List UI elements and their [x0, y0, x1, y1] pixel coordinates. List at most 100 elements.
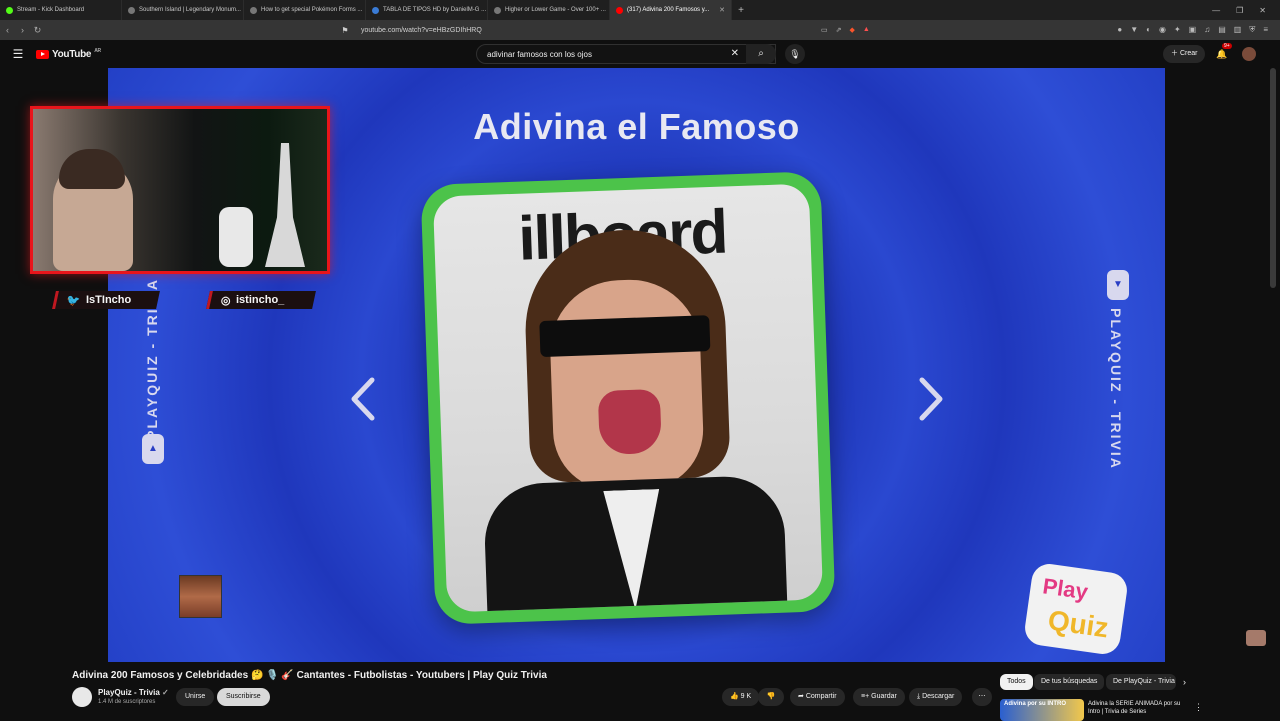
browser-tab[interactable]: Stream - Kick Dashboard [0, 0, 122, 20]
streamer-hair [59, 149, 125, 189]
verified-icon: ✓ [162, 688, 169, 697]
brave-shield-icon[interactable]: ◆ [850, 26, 855, 34]
share-label: Compartir [805, 693, 837, 700]
youtube-logo[interactable]: YouTube AR [36, 48, 101, 60]
save-label: Guardar [871, 693, 897, 700]
extensions-toolbar: ● ▼ ◐ ◉ ✦ ▣ ♫ ▤ ▥ ⛨ ≡ [1117, 25, 1280, 35]
search-icon: ⌕ [758, 48, 764, 59]
tab-title: Stream - Kick Dashboard [17, 7, 85, 13]
dislike-button[interactable]: 👎 [758, 688, 784, 706]
address-bar: ‹ › ↻ ⚑ youtube.com/watch?v=eHBzGDIhHRQ … [0, 20, 1280, 40]
browser-tab[interactable]: Southern Island | Legendary Monum... [122, 0, 244, 20]
url-field[interactable]: youtube.com/watch?v=eHBzGDIhHRQ [361, 27, 811, 34]
video-title: Adivina 200 Famosos y Celebridades 🤔 🎙️ … [72, 670, 547, 681]
maximize-icon[interactable]: ❐ [1236, 6, 1243, 15]
celebrity-photo: illboard LA M INA [432, 183, 824, 613]
browser-tab-active[interactable]: (317) Adivina 200 Famosos y... ✕ [610, 0, 732, 20]
music-icon[interactable]: ♫ [1204, 25, 1210, 35]
site-favicon-icon [250, 6, 257, 14]
site-favicon-icon [372, 6, 379, 14]
tab-title: TABLA DE TIPOS HD by DanielM-G ... [383, 7, 487, 13]
more-actions-icon[interactable]: ⋯ [972, 688, 992, 706]
video-info-section: Adivina 200 Famosos y Celebridades 🤔 🎙️ … [0, 662, 1280, 721]
browser-tab[interactable]: TABLA DE TIPOS HD by DanielM-G ... [366, 0, 488, 20]
celebrity-face [547, 277, 706, 493]
forward-icon[interactable]: › [15, 25, 30, 35]
hamburger-menu-icon[interactable]: ☰ [0, 47, 36, 61]
tab-title: Higher or Lower Game - Over 100+ ... [505, 7, 606, 13]
recommended-video-title[interactable]: Adivina la SERIE ANIMADA por su Intro | … [1088, 700, 1188, 716]
celebrity-photo-frame: illboard LA M INA [420, 171, 836, 625]
like-button[interactable]: 👍 9 K [722, 688, 760, 706]
clear-search-icon[interactable]: ✕ [731, 48, 739, 59]
previous-arrow-icon [351, 377, 375, 421]
create-button[interactable]: ＋ Crear [1163, 45, 1206, 63]
download-button[interactable]: ⤓ Descargar [909, 688, 963, 706]
extension-icon[interactable]: ◐ [1146, 25, 1151, 35]
channel-avatar[interactable] [72, 687, 92, 707]
extension-icon[interactable]: ● [1117, 25, 1122, 35]
close-tab-icon[interactable]: ✕ [719, 6, 725, 14]
extension-icon[interactable]: ◉ [1159, 25, 1166, 35]
kick-favicon-icon [6, 6, 13, 14]
filter-chip-channel[interactable]: De PlayQuiz - Trivia [1106, 674, 1176, 690]
twitter-icon: 🐦 [67, 294, 81, 307]
recommended-video-thumbnail[interactable]: Adivina por su INTRO [1000, 699, 1084, 721]
tab-title: How to get special Pokémon Forms ... [261, 7, 363, 13]
subscriber-count: 1.4 M de suscriptores [98, 699, 156, 705]
tab-title: Southern Island | Legendary Monum... [139, 7, 241, 13]
browser-tab[interactable]: How to get special Pokémon Forms ... [244, 0, 366, 20]
minimize-icon[interactable]: — [1212, 6, 1220, 15]
join-button[interactable]: Unirse [176, 688, 215, 706]
playquiz-logo: Play Quiz [1022, 561, 1130, 657]
sunglasses [539, 315, 711, 358]
window-controls: — ❐ ✕ [1212, 6, 1280, 15]
menu-icon[interactable]: ≡ [1263, 25, 1268, 35]
cast-icon[interactable]: ▭ [821, 26, 828, 34]
browser-tab[interactable]: Higher or Lower Game - Over 100+ ... [488, 0, 610, 20]
sidebar-icon[interactable]: ▤ [1218, 25, 1226, 35]
youtube-logo-text: YouTube [52, 48, 92, 60]
voice-search-button[interactable]: 🎙 [785, 44, 805, 64]
youtube-favicon-icon [616, 6, 623, 14]
like-count: 9 K [740, 693, 752, 700]
bookmark-icon[interactable]: ⚑ [337, 26, 353, 35]
filter-chip-all[interactable]: Todos [1000, 674, 1033, 690]
youtube-play-icon [36, 49, 49, 59]
shield-icon[interactable]: ⛨ [1249, 25, 1255, 35]
site-favicon-icon [494, 6, 501, 14]
site-favicon-icon [128, 6, 135, 14]
rewards-icon[interactable]: ▲ [863, 26, 870, 34]
chevron-right-icon[interactable]: › [1183, 677, 1186, 687]
instagram-handle: istincho_ [235, 294, 284, 306]
search-input[interactable]: adivinar famosos con los ojos ✕ [476, 44, 776, 64]
extension-icon[interactable]: ▼ [1130, 25, 1138, 35]
plush-toy [219, 207, 253, 267]
chat-emote-image [179, 575, 222, 618]
puzzle-icon[interactable]: ✦ [1174, 25, 1181, 35]
instagram-handle-banner: ◎ istincho_ [206, 291, 316, 309]
back-icon[interactable]: ‹ [0, 25, 15, 35]
create-label: Crear [1179, 50, 1198, 57]
channel-name[interactable]: PlayQuiz - Trivia ✓ [98, 688, 169, 697]
save-icon: ≡+ [861, 693, 870, 700]
share-button[interactable]: ➦ Compartir [790, 688, 845, 706]
share-page-icon[interactable]: ⇗ [836, 26, 842, 34]
side-brand-label: PLAYQUIZ - TRIVIA [1108, 308, 1124, 470]
video-menu-icon[interactable]: ⋮ [1194, 702, 1203, 713]
account-avatar[interactable] [1242, 47, 1256, 61]
subscribe-button[interactable]: Suscribirse [217, 688, 270, 706]
streamer-webcam [30, 106, 330, 274]
search-button[interactable]: ⌕ [746, 44, 776, 64]
new-tab-button[interactable]: + [732, 5, 750, 16]
reload-icon[interactable]: ↻ [30, 25, 45, 36]
close-window-icon[interactable]: ✕ [1259, 6, 1266, 15]
wallet-icon[interactable]: ▥ [1234, 25, 1242, 35]
page-scrollbar[interactable] [1270, 68, 1276, 288]
download-icon: ⤓ [917, 693, 921, 700]
filter-chip-searches[interactable]: De tus búsquedas [1034, 674, 1105, 690]
save-button[interactable]: ≡+ Guardar [853, 688, 905, 706]
extension-icon[interactable]: ▣ [1189, 25, 1197, 35]
download-label: Descargar [922, 693, 955, 700]
search-value: adivinar famosos con los ojos [487, 49, 592, 59]
